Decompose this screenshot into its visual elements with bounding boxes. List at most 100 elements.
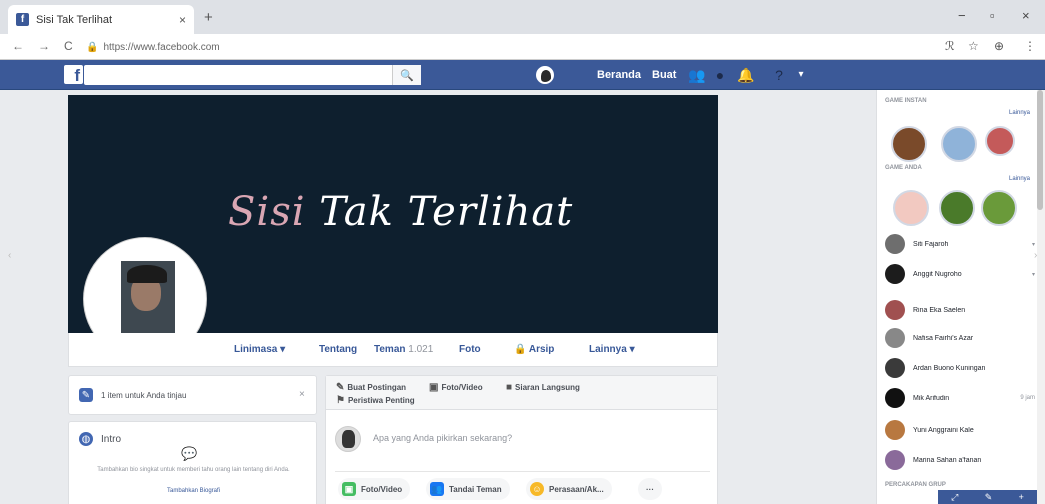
url-text: https://www.facebook.com	[103, 41, 220, 53]
speech-bubble-icon: 💬	[181, 446, 198, 461]
composer-input[interactable]: Apa yang Anda pikirkan sekarang?	[373, 433, 512, 443]
life-event-tab[interactable]: ⚑ Peristiwa Penting	[336, 395, 415, 406]
new-tab-button[interactable]: +	[204, 9, 213, 26]
menu-kebab-icon[interactable]: ⋮	[1024, 39, 1036, 53]
more-options-label: ···	[646, 484, 654, 494]
url-field[interactable]: 🔒 https://www.facebook.com	[86, 38, 936, 56]
reload-button[interactable]: C	[64, 39, 73, 53]
nav-home-link[interactable]: Beranda	[597, 69, 641, 81]
composer-avatar	[335, 426, 361, 452]
chat-footer: ⤢ ✎ +	[938, 490, 1037, 504]
game-avatar[interactable]	[981, 190, 1017, 226]
contact-name: Anggit Nugroho	[913, 270, 962, 278]
chat-contact[interactable]: Marina Sahan a'fanan	[885, 450, 1035, 470]
smiley-icon: ☺	[530, 482, 544, 496]
game-avatar[interactable]	[941, 126, 977, 162]
page-scrollbar[interactable]	[1037, 90, 1045, 504]
messenger-icon[interactable]: ●	[711, 66, 729, 84]
tab-title: Sisi Tak Terlihat	[36, 13, 113, 26]
photo-video-tab[interactable]: ▣ Foto/Video	[429, 382, 483, 393]
contact-avatar	[885, 358, 905, 378]
contact-name: Siti Fajaroh	[913, 240, 949, 248]
close-window-button[interactable]: ×	[1022, 8, 1030, 23]
facebook-logo[interactable]: f	[64, 65, 83, 84]
scrollbar-thumb[interactable]	[1037, 90, 1043, 210]
create-post-tab[interactable]: ✎ Buat Postingan	[336, 382, 406, 393]
search-icon[interactable]: 🔍	[392, 65, 421, 85]
chat-contact[interactable]: Siti Fajaroh ▾	[885, 234, 1035, 254]
game-avatar[interactable]	[891, 126, 927, 162]
friend-requests-icon[interactable]: 👥	[688, 66, 706, 84]
tag-icon: 👥	[430, 482, 444, 496]
live-video-tab[interactable]: ■ Siaran Langsung	[506, 382, 580, 393]
life-event-label: Peristiwa Penting	[347, 396, 415, 405]
minimize-button[interactable]: −	[958, 8, 966, 23]
photo-video-label: Foto/Video	[441, 383, 483, 392]
avatar[interactable]	[536, 66, 554, 84]
contact-name: Rina Eka Saelen	[913, 306, 966, 314]
chat-contact[interactable]: Yuni Anggraini Kale	[885, 420, 1035, 440]
group-conversations-heading: PERCAKAPAN GRUP	[885, 482, 946, 488]
account-menu-icon[interactable]: ▾	[792, 66, 810, 84]
facebook-top-bar: f 🔍 Beranda Buat 👥 ● 🔔 ? ▾	[0, 60, 1045, 90]
intro-card: ◍ Intro 💬 Tambahkan bio singkat untuk me…	[68, 421, 317, 504]
help-icon[interactable]: ?	[770, 66, 788, 84]
chevron-right-icon[interactable]: ›	[1034, 250, 1037, 261]
contact-avatar	[885, 234, 905, 254]
forward-button[interactable]: →	[38, 39, 50, 53]
profile-photo-hair	[127, 265, 167, 283]
chat-contact[interactable]: Rina Eka Saelen	[885, 300, 1035, 320]
contact-name: Marina Sahan a'fanan	[913, 456, 982, 464]
friends-count: 1.021	[408, 344, 434, 355]
tab-photos[interactable]: Foto	[459, 344, 481, 355]
game-avatar[interactable]	[893, 190, 929, 226]
contact-avatar	[885, 420, 905, 440]
your-games-more-link[interactable]: Lainnya	[1009, 176, 1030, 182]
chat-contact[interactable]: Nafisa Fairhi's Azar	[885, 328, 1035, 348]
contact-meta: ▾	[1031, 271, 1035, 278]
chat-contact[interactable]: Ardan Buono Kuningan	[885, 358, 1035, 378]
tab-friends[interactable]: Teman 1.021	[374, 344, 433, 355]
photo-video-button[interactable]: ▣ Foto/Video	[338, 478, 411, 500]
search-input[interactable]	[84, 65, 421, 85]
more-options-button[interactable]: ···	[638, 478, 662, 500]
add-icon[interactable]: +	[1019, 492, 1024, 502]
composer-tabs: ✎ Buat Postingan ▣ Foto/Video ■ Siaran Lang…	[326, 376, 717, 410]
game-avatar[interactable]	[985, 126, 1015, 156]
tag-friends-button[interactable]: 👥 Tandai Teman	[426, 478, 510, 500]
instant-games-heading: GAME INSTAN	[885, 98, 927, 104]
chat-contact[interactable]: Anggit Nugroho ▾	[885, 264, 1035, 284]
review-items-text: 1 item untuk Anda tinjau	[101, 391, 187, 400]
bookmark-star-icon[interactable]: ☆	[968, 39, 979, 53]
chat-contact[interactable]: Mik Arifudin 9 jam	[885, 388, 1035, 408]
globe-icon: ◍	[79, 432, 93, 446]
expand-icon[interactable]: ⤢	[951, 492, 958, 503]
instant-games-more-link[interactable]: Lainnya	[1009, 110, 1030, 116]
tab-more[interactable]: Lainnya ▾	[589, 344, 635, 355]
tab-close-icon[interactable]: ×	[179, 13, 186, 27]
review-items-card[interactable]: ✎ 1 item untuk Anda tinjau ×	[68, 375, 317, 415]
review-close-icon[interactable]: ×	[299, 389, 305, 400]
game-avatar[interactable]	[939, 190, 975, 226]
contact-avatar	[885, 388, 905, 408]
tab-about[interactable]: Tentang	[319, 344, 357, 355]
tab-archive[interactable]: 🔒 Arsip	[514, 344, 554, 355]
chevron-left-icon[interactable]: ‹	[8, 250, 11, 261]
add-bio-link[interactable]: Tambahkan Biografi	[81, 488, 306, 494]
intro-description: Tambahkan bio singkat untuk memberi tahu…	[97, 467, 290, 473]
tab-timeline[interactable]: Linimasa ▾	[234, 344, 285, 355]
nav-create-link[interactable]: Buat	[652, 69, 676, 81]
pencil-icon: ✎	[336, 382, 345, 393]
compose-icon[interactable]: ✎	[985, 492, 993, 503]
translate-icon[interactable]: ℛ	[945, 39, 955, 53]
cover-title: Sisi Tak Terlihat	[228, 189, 573, 235]
feeling-button[interactable]: ☺ Perasaan/Ak...	[526, 478, 612, 500]
browser-tab[interactable]: f Sisi Tak Terlihat ×	[8, 5, 194, 34]
extension-icon[interactable]: ⊕	[994, 39, 1004, 53]
tab-friends-label: Teman	[374, 344, 406, 355]
notifications-icon[interactable]: 🔔	[737, 66, 755, 84]
contact-name: Yuni Anggraini Kale	[913, 426, 974, 434]
maximize-button[interactable]: ▫	[990, 8, 995, 23]
back-button[interactable]: ←	[12, 39, 24, 53]
your-games-heading: GAME ANDA	[885, 165, 922, 171]
